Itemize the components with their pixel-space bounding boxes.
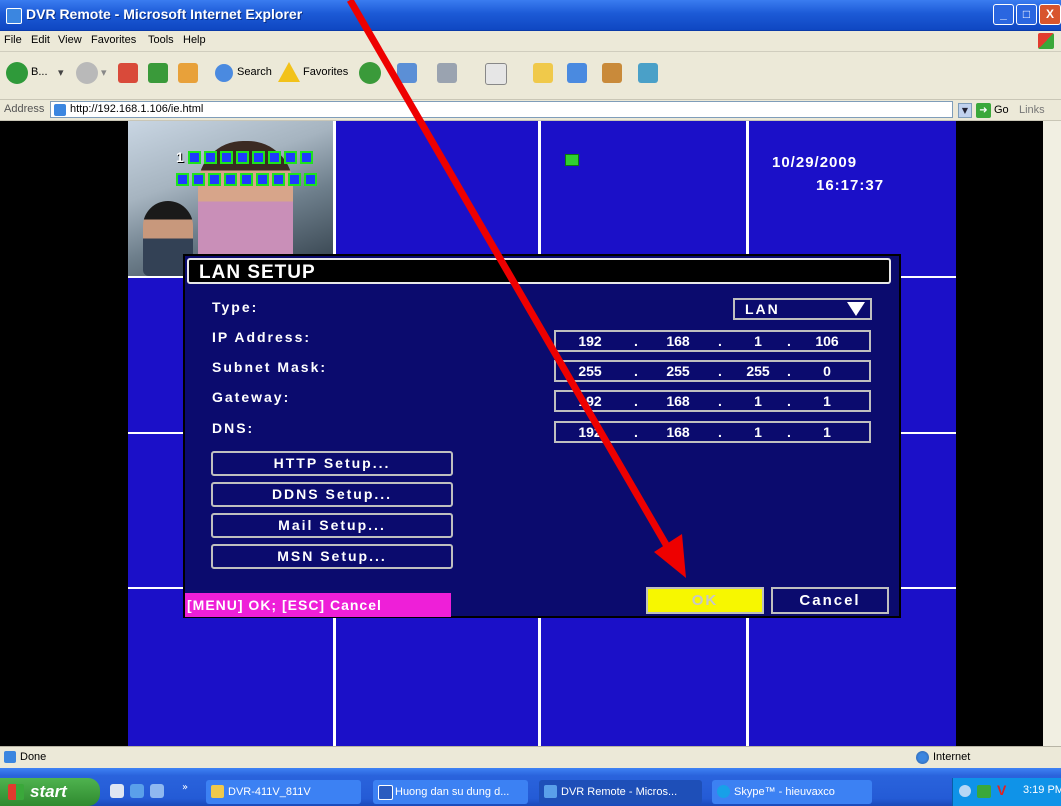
clock[interactable]: 3:19 PM	[1023, 784, 1061, 796]
skype-icon	[717, 785, 730, 798]
status-text: Done	[20, 751, 47, 763]
ie-icon	[544, 785, 557, 798]
antivirus-tray-icon[interactable]: V	[997, 782, 1006, 798]
task-word-doc[interactable]: Huong dan su dung d...	[373, 780, 528, 804]
internet-zone-icon	[916, 751, 929, 764]
task-skype[interactable]: Skype™ - hieuvaxco	[712, 780, 872, 804]
task-dvr-remote[interactable]: DVR Remote - Micros...	[539, 780, 702, 804]
word-icon	[378, 785, 393, 800]
task-label: DVR Remote - Micros...	[561, 786, 678, 798]
quicklaunch-more-icon[interactable]: »	[182, 782, 188, 793]
task-label: Huong dan su dung d...	[395, 786, 510, 798]
quicklaunch-ie-icon[interactable]	[130, 784, 144, 798]
arrow-shaft	[346, 0, 672, 550]
network-tray-icon[interactable]	[977, 785, 991, 798]
page-status-icon	[4, 751, 16, 763]
annotation-arrow	[346, 0, 686, 578]
security-zone: Internet	[933, 751, 971, 763]
task-dvr-folder[interactable]: DVR-411V_811V	[206, 780, 361, 804]
status-bar: Done Internet	[0, 746, 1061, 769]
quicklaunch-desktop-icon[interactable]	[110, 784, 124, 798]
taskbar: start » DVR-411V_811V Huong dan su dung …	[0, 768, 1061, 806]
arrow-head	[654, 534, 686, 578]
windows-logo-icon	[8, 784, 24, 800]
task-label: Skype™ - hieuvaxco	[734, 786, 835, 798]
folder-icon	[211, 785, 224, 798]
task-label: DVR-411V_811V	[228, 786, 311, 798]
quicklaunch-media-icon[interactable]	[150, 784, 164, 798]
system-tray: V 3:19 PM	[952, 778, 1061, 806]
tray-expand-icon[interactable]	[959, 785, 971, 797]
